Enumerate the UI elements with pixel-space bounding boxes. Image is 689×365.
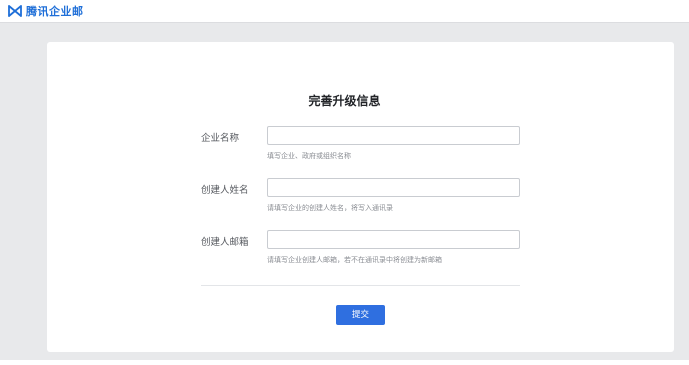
form-divider [201,285,520,286]
submit-button[interactable]: 提交 [336,305,385,325]
brand-name: 腾讯企业邮 [26,4,84,18]
company-name-hint: 填写企业、政府或组织名称 [267,152,351,160]
page-title: 完善升级信息 [308,94,381,108]
company-name-input[interactable] [267,126,520,145]
top-bar: 腾讯企业邮 [0,0,689,23]
creator-name-input[interactable] [267,178,520,197]
company-name-label: 企业名称 [201,133,240,144]
footer-strip [0,360,689,365]
brand-logo[interactable]: 腾讯企业邮 [8,5,84,17]
creator-name-label: 创建人姓名 [201,185,249,196]
creator-email-label: 创建人邮箱 [201,237,249,248]
creator-email-input[interactable] [267,230,520,249]
creator-email-hint: 请填写企业创建人邮箱，若不在通讯录中将创建为新邮箱 [267,256,442,264]
creator-name-hint: 请填写企业的创建人姓名，将写入通讯录 [267,204,393,212]
tencent-logo-icon [8,5,22,17]
